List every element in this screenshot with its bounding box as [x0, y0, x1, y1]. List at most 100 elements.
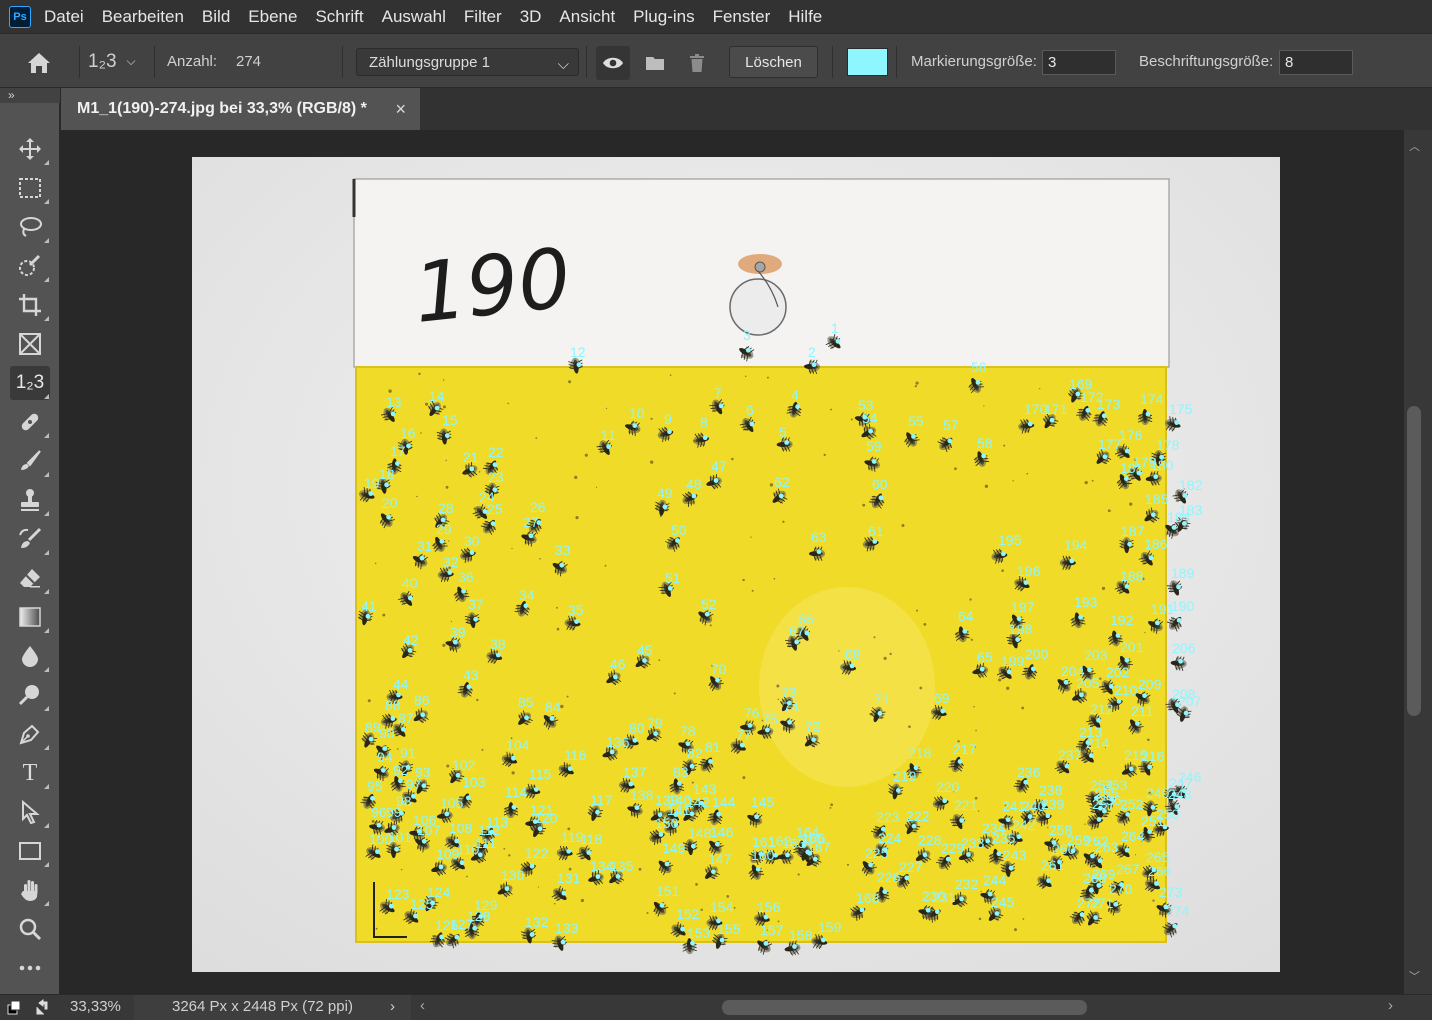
spot-healing-tool[interactable]	[10, 405, 50, 439]
count-marker-dot[interactable]	[504, 886, 510, 892]
count-marker-dot[interactable]	[1142, 693, 1147, 699]
count-marker-label[interactable]: 168	[856, 890, 880, 906]
count-marker-dot[interactable]	[421, 838, 427, 844]
count-marker-dot[interactable]	[384, 482, 390, 488]
count-marker-label[interactable]: 205	[1076, 675, 1100, 691]
count-marker-label[interactable]: 82	[687, 745, 703, 761]
count-marker-dot[interactable]	[959, 896, 965, 902]
count-marker-dot[interactable]	[676, 780, 682, 786]
count-marker-label[interactable]: 20	[382, 495, 398, 511]
rectangle-tool[interactable]	[10, 834, 50, 868]
chevron-right-icon[interactable]: ›	[390, 998, 395, 1015]
count-marker-dot[interactable]	[911, 823, 917, 829]
tool-preset-picker[interactable]: 1₂3 ⌵	[88, 34, 136, 89]
marker-color-swatch[interactable]	[847, 48, 888, 76]
count-marker-label[interactable]: 86	[414, 692, 430, 708]
count-marker-label[interactable]: 264	[1121, 828, 1145, 844]
count-marker-dot[interactable]	[1030, 666, 1036, 672]
count-marker-dot[interactable]	[787, 719, 793, 725]
count-marker-dot[interactable]	[745, 347, 751, 353]
count-marker-label[interactable]: 30	[464, 533, 480, 549]
count-marker-dot[interactable]	[1069, 558, 1075, 564]
vertical-scroll-thumb[interactable]	[1407, 406, 1421, 716]
count-marker-dot[interactable]	[390, 411, 396, 417]
count-marker-label[interactable]: 203	[1084, 647, 1108, 663]
count-marker-label[interactable]: 228	[918, 832, 942, 848]
count-marker-dot[interactable]	[996, 851, 1002, 857]
eraser-tool[interactable]	[10, 561, 50, 595]
count-marker-dot[interactable]	[375, 849, 380, 855]
count-marker-dot[interactable]	[444, 433, 450, 438]
count-marker-label[interactable]: 69	[934, 690, 950, 706]
count-marker-label[interactable]: 150	[655, 815, 679, 831]
count-marker-label[interactable]: 244	[983, 872, 1007, 888]
more-tools[interactable]	[10, 951, 50, 985]
count-marker-label[interactable]: 6	[746, 402, 754, 418]
count-marker-dot[interactable]	[792, 944, 797, 949]
count-marker-dot[interactable]	[615, 874, 621, 879]
vertical-scrollbar[interactable]: ︿ ﹀	[1404, 130, 1432, 994]
count-marker-dot[interactable]	[1023, 580, 1029, 585]
count-marker-dot[interactable]	[394, 846, 399, 852]
count-marker-label[interactable]: 45	[637, 642, 653, 658]
count-marker-label[interactable]: 196	[1017, 563, 1041, 579]
count-marker-label[interactable]: 46	[610, 656, 626, 672]
count-marker-dot[interactable]	[719, 937, 725, 943]
count-marker-label[interactable]: 94	[377, 749, 393, 765]
count-marker-label[interactable]: 158	[789, 927, 813, 943]
count-marker-label[interactable]: 50	[671, 522, 687, 538]
count-marker-label[interactable]: 159	[818, 919, 842, 935]
count-marker-dot[interactable]	[386, 514, 392, 520]
count-marker-dot[interactable]	[835, 338, 841, 344]
count-marker-label[interactable]: 74	[783, 699, 799, 715]
count-marker-label[interactable]: 222	[906, 808, 930, 824]
count-marker-dot[interactable]	[716, 811, 722, 817]
count-marker-label[interactable]: 11	[601, 427, 616, 443]
count-marker-dot[interactable]	[778, 493, 784, 499]
count-marker-label[interactable]: 236	[1017, 764, 1041, 780]
count-marker-dot[interactable]	[872, 539, 878, 544]
count-marker-dot[interactable]	[472, 925, 478, 931]
swap-colors-icon[interactable]	[7, 999, 51, 1016]
count-marker-dot[interactable]	[1172, 923, 1178, 929]
count-marker-label[interactable]: 23	[488, 469, 504, 485]
count-marker-label[interactable]: 5	[779, 424, 787, 440]
count-marker-label[interactable]: 193	[1074, 594, 1098, 610]
count-marker-dot[interactable]	[559, 562, 565, 568]
count-marker-label[interactable]: 36	[458, 569, 474, 585]
count-marker-dot[interactable]	[434, 405, 440, 411]
count-marker-dot[interactable]	[419, 555, 425, 561]
count-marker-dot[interactable]	[465, 795, 471, 801]
count-marker-dot[interactable]	[609, 749, 615, 755]
count-marker-dot[interactable]	[691, 493, 697, 499]
count-marker-dot[interactable]	[868, 428, 874, 434]
count-marker-dot[interactable]	[1093, 915, 1098, 920]
count-marker-label[interactable]: 118	[580, 831, 603, 847]
count-marker-dot[interactable]	[628, 781, 634, 787]
count-marker-dot[interactable]	[1005, 817, 1011, 823]
lasso-tool[interactable]	[10, 210, 50, 244]
count-marker-dot[interactable]	[1150, 804, 1156, 810]
count-marker-label[interactable]: 107	[417, 822, 441, 838]
count-marker-dot[interactable]	[1079, 692, 1084, 698]
count-marker-dot[interactable]	[785, 852, 790, 858]
count-marker-label[interactable]: 55	[908, 413, 924, 429]
clear-button[interactable]: Löschen	[729, 46, 818, 78]
count-marker-dot[interactable]	[1027, 421, 1033, 427]
dodge-tool[interactable]	[10, 678, 50, 712]
count-marker-label[interactable]: 185	[1145, 491, 1169, 507]
count-marker-label[interactable]: 157	[760, 922, 784, 938]
count-marker-dot[interactable]	[444, 811, 450, 817]
pen-tool[interactable]	[10, 717, 50, 751]
count-marker-dot[interactable]	[904, 875, 910, 881]
count-marker-dot[interactable]	[549, 715, 555, 721]
count-marker-dot[interactable]	[1148, 555, 1154, 561]
count-marker-label[interactable]: 68	[845, 646, 861, 662]
count-marker-label[interactable]: 43	[463, 667, 479, 683]
document-info[interactable]: 3264 Px x 2448 Px (72 ppi)	[134, 995, 411, 1020]
count-marker-label[interactable]: 225	[865, 845, 889, 861]
count-marker-dot[interactable]	[452, 639, 458, 645]
count-marker-dot[interactable]	[454, 934, 460, 940]
count-marker-dot[interactable]	[1147, 829, 1153, 835]
count-marker-label[interactable]: 29	[436, 521, 452, 537]
